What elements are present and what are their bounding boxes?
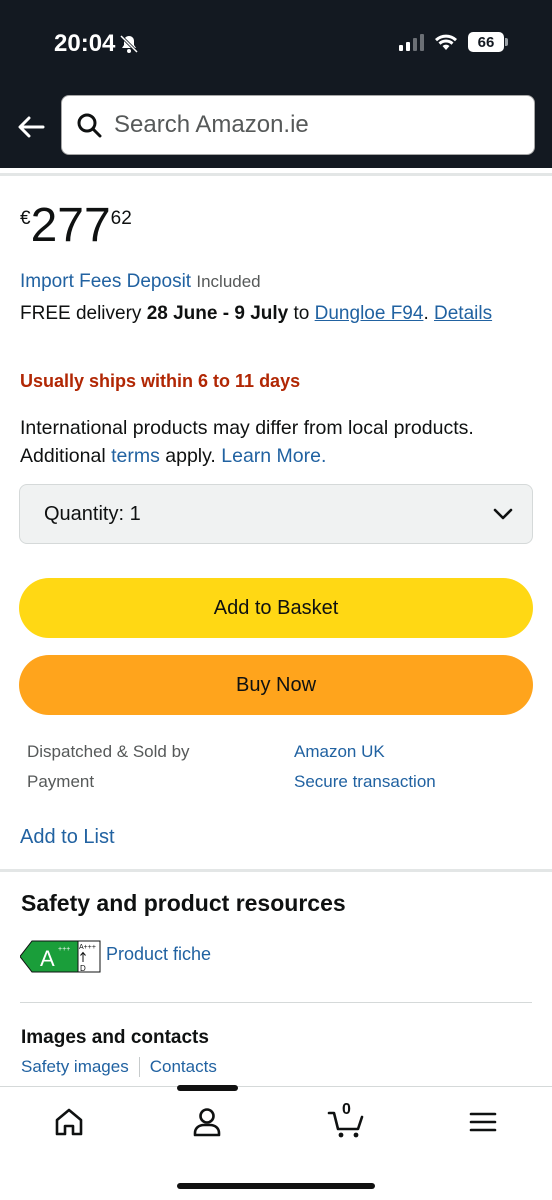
chevron-down-icon xyxy=(493,508,513,520)
dispatched-label: Dispatched & Sold by xyxy=(27,742,190,761)
energy-scale-bottom: D xyxy=(80,964,86,973)
price-currency: € xyxy=(20,208,31,229)
import-fees-link[interactable]: Import Fees Deposit xyxy=(20,271,191,292)
contacts-link[interactable]: Contacts xyxy=(150,1057,217,1077)
divider xyxy=(0,869,552,872)
home-indicator[interactable] xyxy=(177,1183,375,1189)
status-time: 20:04 xyxy=(54,30,139,58)
safety-images-link[interactable]: Safety images xyxy=(21,1057,129,1077)
bell-slash-icon xyxy=(120,34,139,54)
international-additional: Additional xyxy=(20,445,106,467)
delivery-dates: 28 June - 9 July xyxy=(146,303,289,324)
images-contacts-links: Safety images Contacts xyxy=(21,1057,217,1077)
terms-link[interactable]: terms xyxy=(111,445,160,467)
wifi-icon xyxy=(435,34,457,50)
status-icons: 66 xyxy=(399,32,508,52)
quantity-value: 1 xyxy=(129,502,141,525)
search-bar[interactable] xyxy=(61,95,535,155)
payment-link[interactable]: Secure transaction xyxy=(294,772,436,792)
payment-label: Payment xyxy=(27,772,95,791)
seller-link[interactable]: Amazon UK xyxy=(294,742,385,762)
import-fees-status: Included xyxy=(196,272,261,291)
battery-level: 66 xyxy=(477,33,495,51)
delivery-line: FREE delivery 28 June - 9 July to Dunglo… xyxy=(20,303,493,324)
separator xyxy=(138,1057,140,1077)
add-to-list-link[interactable]: Add to List xyxy=(20,826,115,849)
add-to-basket-button[interactable]: Add to Basket xyxy=(19,578,533,638)
back-arrow-icon[interactable] xyxy=(16,112,46,142)
divider xyxy=(0,173,552,176)
international-notice: International products may differ from l… xyxy=(20,414,540,470)
battery-icon: 66 xyxy=(468,32,508,52)
energy-class-letter: A xyxy=(40,946,55,971)
signal-icon xyxy=(399,33,424,51)
quantity-label: Quantity: xyxy=(44,502,125,525)
learn-more-link[interactable]: Learn More. xyxy=(221,445,326,467)
delivery-prefix: FREE delivery xyxy=(20,303,142,324)
international-line1: International products may differ from l… xyxy=(20,417,474,439)
delivery-details-link[interactable]: Details xyxy=(434,303,492,324)
scroll-indicator xyxy=(177,1085,238,1091)
clock-text: 20:04 xyxy=(54,30,116,57)
price: € 277 62 xyxy=(20,198,132,254)
menu-icon[interactable] xyxy=(466,1105,500,1139)
price-whole: 277 xyxy=(30,199,111,252)
product-fiche-link[interactable]: Product fiche xyxy=(106,944,211,965)
account-icon[interactable] xyxy=(190,1105,224,1139)
quantity-dropdown[interactable]: Quantity: 1 xyxy=(19,484,533,544)
energy-scale-top: A+++ xyxy=(79,944,96,951)
cart-icon[interactable] xyxy=(327,1105,367,1139)
buy-now-button[interactable]: Buy Now xyxy=(19,655,533,715)
price-fraction: 62 xyxy=(110,208,132,229)
search-icon xyxy=(77,113,102,138)
bottom-nav: 0 xyxy=(0,1085,552,1200)
top-header: 20:04 66 xyxy=(0,0,552,168)
international-apply: apply. xyxy=(165,445,216,467)
home-icon[interactable] xyxy=(52,1105,86,1139)
divider xyxy=(20,1002,532,1003)
delivery-location-link[interactable]: Dungloe F94 xyxy=(315,303,424,324)
availability-text: Usually ships within 6 to 11 days xyxy=(20,371,301,391)
svg-text:+++: +++ xyxy=(58,946,70,953)
search-input[interactable] xyxy=(114,111,494,139)
delivery-to: to xyxy=(293,303,310,324)
energy-label-icon[interactable]: A +++ A+++ D xyxy=(20,940,101,973)
images-contacts-title: Images and contacts xyxy=(21,1027,209,1048)
import-fees-line: Import Fees Deposit Included xyxy=(20,271,261,293)
safety-section-title: Safety and product resources xyxy=(21,890,346,916)
